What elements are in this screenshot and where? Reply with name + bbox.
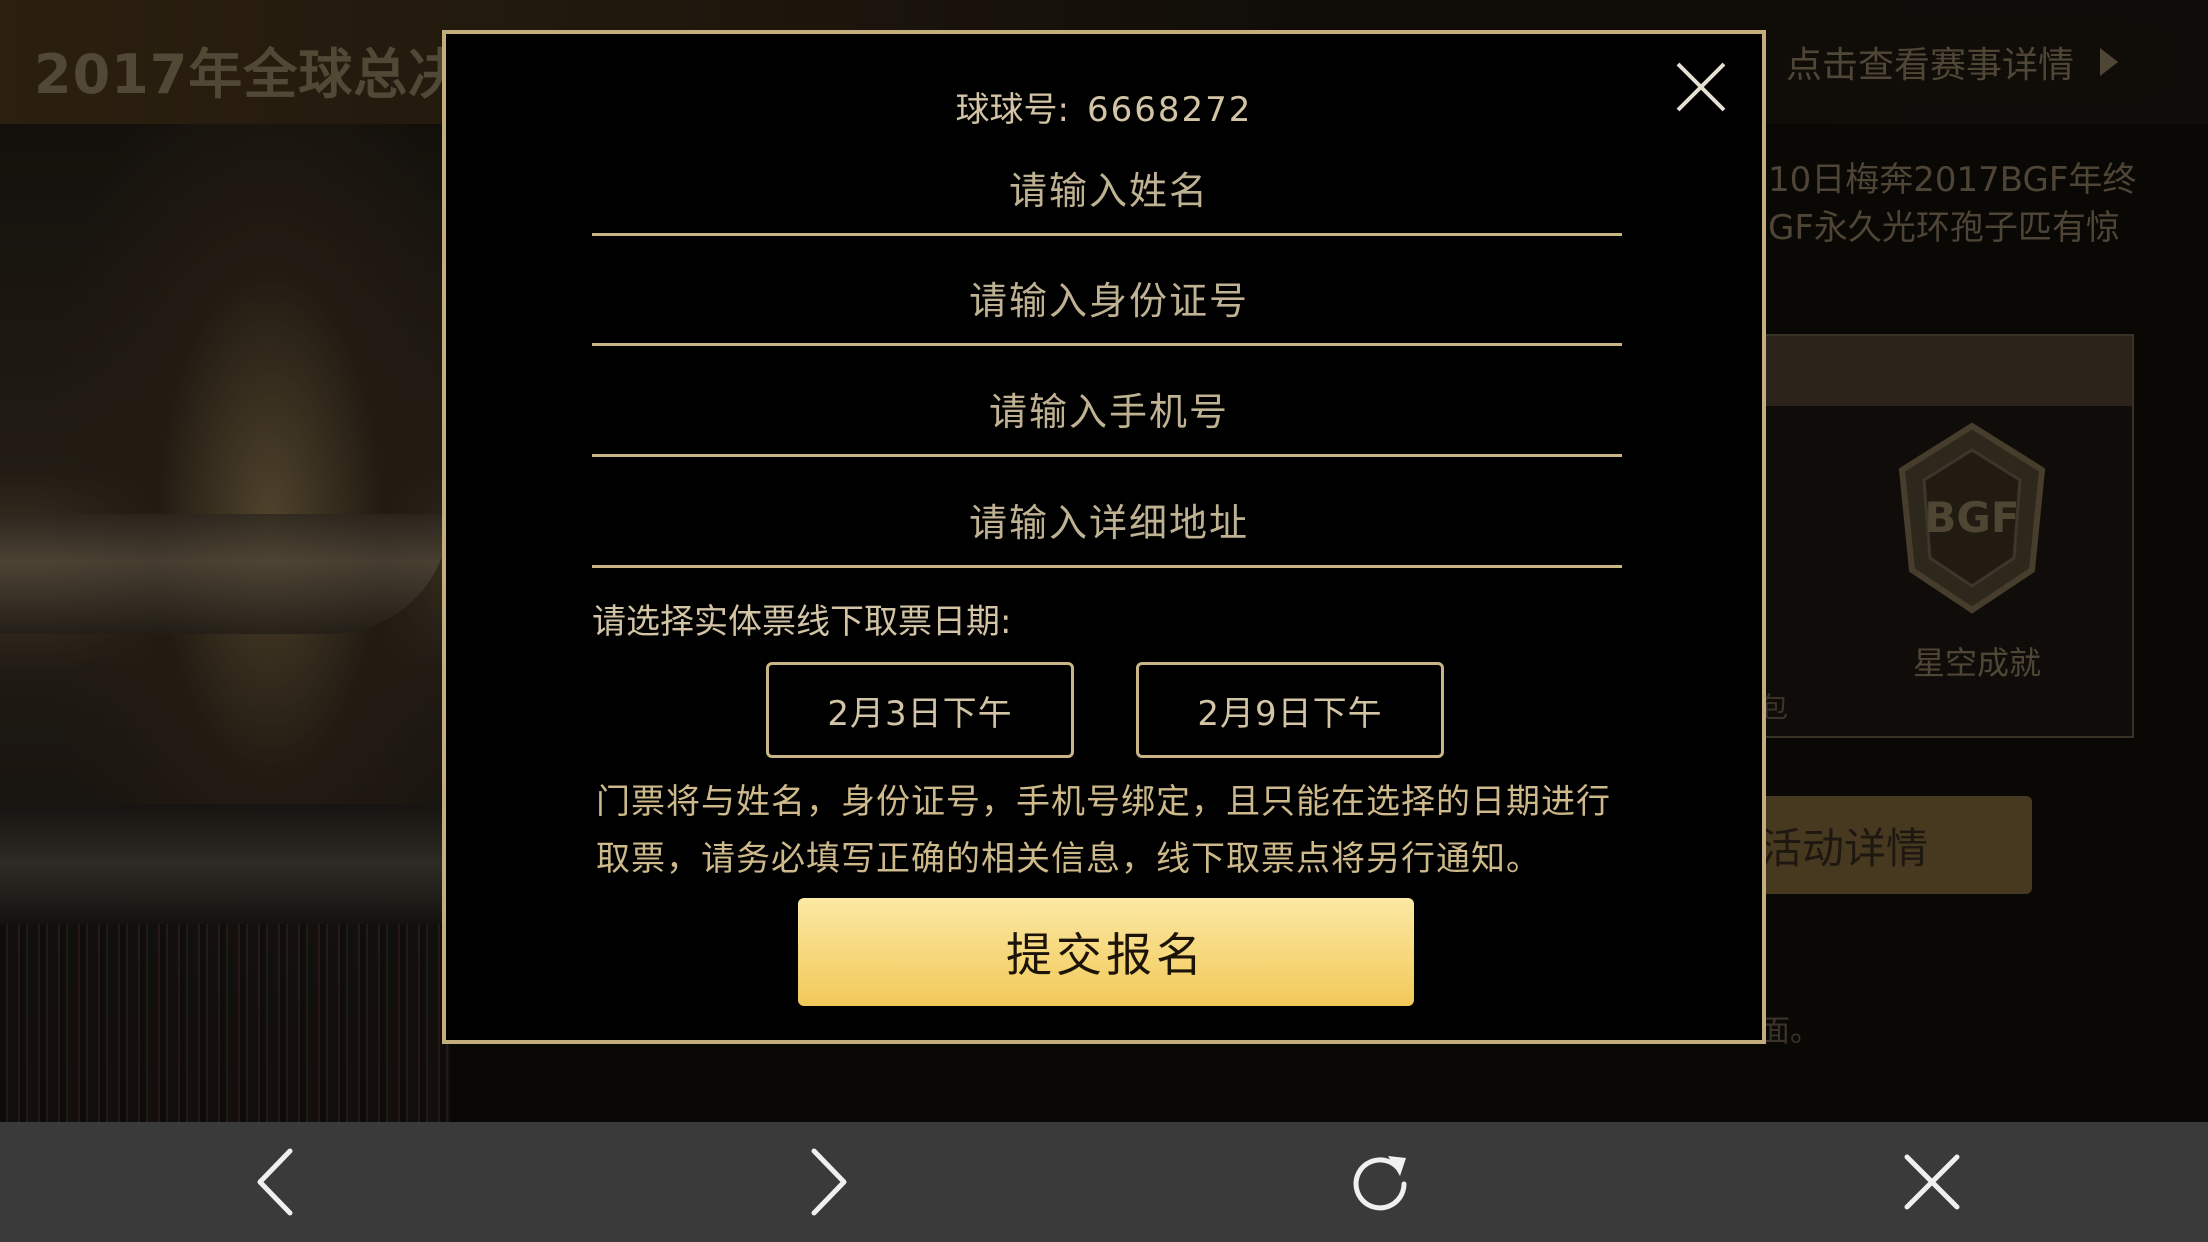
date-option-feb3[interactable]: 2月3日下午: [766, 662, 1074, 758]
screen: 2017年全球总决赛 点击查看赛事详情 10日梅奔2017BGF年终 GF永久光…: [0, 0, 2208, 1242]
id-number-field: [592, 256, 1626, 346]
pickup-date-prompt: 请选择实体票线下取票日期:: [592, 602, 1012, 642]
name-input[interactable]: [592, 146, 1626, 235]
back-icon: [257, 1148, 293, 1216]
date-option-feb9[interactable]: 2月9日下午: [1136, 662, 1444, 758]
forward-button[interactable]: [768, 1122, 888, 1242]
account-id-label: 球球号:: [955, 90, 1070, 130]
browser-navbar: [0, 1122, 2208, 1242]
id-number-input[interactable]: [592, 256, 1626, 345]
account-id: 球球号: 6668272: [446, 82, 1762, 131]
close-icon: [1904, 1154, 1960, 1210]
close-page-button[interactable]: [1872, 1122, 1992, 1242]
address-input[interactable]: [592, 478, 1626, 567]
back-button[interactable]: [216, 1122, 336, 1242]
address-field: [592, 478, 1626, 568]
submit-registration-button[interactable]: 提交报名: [798, 898, 1414, 1006]
ticket-notice: 门票将与姓名，身份证号，手机号绑定，且只能在选择的日期进行取票，请务必填写正确的…: [596, 782, 1611, 879]
refresh-icon: [1353, 1156, 1407, 1211]
phone-input[interactable]: [592, 367, 1626, 456]
phone-field: [592, 367, 1626, 457]
name-field: [592, 146, 1626, 236]
registration-modal: 球球号:6668272 请选择实体票线下取票日期: 2月3日下午 2月9日下午 …: [442, 30, 1766, 1044]
account-id-value: 6668272: [1087, 90, 1253, 130]
forward-icon: [811, 1148, 847, 1216]
refresh-button[interactable]: [1320, 1122, 1440, 1242]
